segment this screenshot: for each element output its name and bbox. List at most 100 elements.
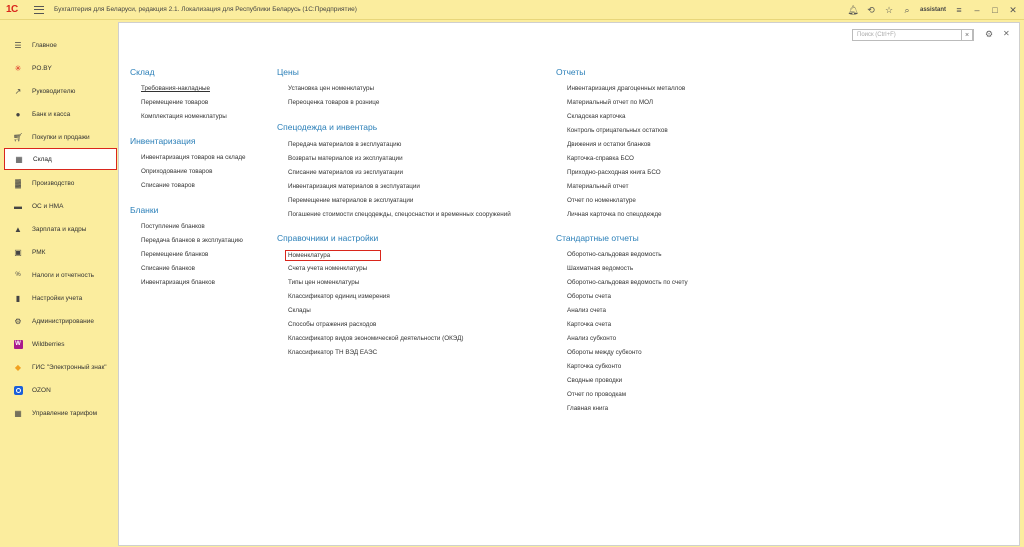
gear-icon: ⚙ [14,316,22,326]
link-ustanovka-cen[interactable]: Установка цен номенклатуры [288,84,374,94]
minimize-icon[interactable]: ‒ [972,5,982,15]
link-sposoby-otrazheniya[interactable]: Способы отражения расходов [288,320,376,330]
section-title-specodezhda: Спецодежда и инвентарь [277,122,378,132]
link-scheta-ucheta[interactable]: Счета учета номенклатуры [288,264,367,274]
sidebar-item-admin[interactable]: ⚙ Администрирование [4,310,117,332]
link-nomenklatura[interactable]: Номенклатура [285,250,381,261]
sidebar: ☰ Главное ✳ PO.BY ↗ Руководителю ● Банк и ка… [0,20,117,547]
search-icon[interactable]: ⌕ [902,5,912,15]
link-standard-10[interactable]: Отчет по проводкам [567,390,626,400]
sidebar-item-nastroiki[interactable]: ▮ Настройки учета [4,287,117,309]
book-icon: ▮ [15,293,21,303]
link-otchet-3[interactable]: Контроль отрицательных остатков [567,126,668,136]
link-sklady[interactable]: Склады [288,306,311,316]
link-standard-4[interactable]: Анализ счета [567,306,606,316]
link-peremeschenie-materialov[interactable]: Перемещение материалов в эксплуатации [288,196,413,206]
link-standard-9[interactable]: Сводные проводки [567,376,622,386]
link-peremeschenie-blankov[interactable]: Перемещение бланков [141,250,208,260]
close-panel-icon[interactable]: ✕ [1003,29,1010,38]
bell-icon[interactable]: 🔔︎ [847,5,858,15]
sidebar-item-rmk[interactable]: ▣ РМК [4,241,117,263]
link-inventarizaciya-materialov[interactable]: Инвентаризация материалов в эксплуатации [288,182,420,192]
star-icon[interactable]: ☆ [884,5,894,15]
window-title: Бухгалтерия для Беларуси, редакция 2.1. … [54,6,357,13]
close-icon[interactable]: ✕ [1008,5,1018,15]
history-icon[interactable]: ⟲ [866,5,876,15]
gear-icon[interactable]: ⚙ [985,29,993,40]
section-title-ceny: Цены [277,67,299,77]
link-spisanie-blankov[interactable]: Списание бланков [141,264,195,274]
section-title-inventarizaciya: Инвентаризация [130,136,196,146]
link-otchet-4[interactable]: Движения и остатки бланков [567,140,651,150]
link-oprihodovanie[interactable]: Оприходование товаров [141,167,212,177]
link-standard-3[interactable]: Обороты счета [567,292,611,302]
link-vozvraty-materialov[interactable]: Возвраты материалов из эксплуатации [288,154,403,164]
sidebar-item-zarplata[interactable]: ▲ Зарплата и кадры [4,218,117,240]
link-inventarizaciya-blankov[interactable]: Инвентаризация бланков [141,278,215,288]
link-standard-11[interactable]: Главная книга [567,404,608,414]
link-klassifikator-oked[interactable]: Классификатор видов экономической деятел… [288,334,463,344]
sidebar-item-os-nma[interactable]: ▬ ОС и НМА [4,195,117,217]
link-otchet-2[interactable]: Складская карточка [567,112,626,122]
maximize-icon[interactable]: □ [990,5,1000,15]
link-trebovaniya[interactable]: Требования-накладные [141,84,210,94]
link-otchet-6[interactable]: Приходно-расходная книга БСО [567,168,661,178]
section-title-otchety: Отчеты [556,67,586,77]
link-standard-7[interactable]: Обороты между субконто [567,348,642,358]
sidebar-item-gis[interactable]: ◆ ГИС "Электронный знак" [4,356,117,378]
link-spisanie-materialov[interactable]: Списание материалов из эксплуатации [288,168,403,178]
link-tipy-cen[interactable]: Типы цен номенклатуры [288,278,359,288]
sidebar-item-poby[interactable]: ✳ PO.BY [4,57,117,79]
wildberries-icon: W [13,339,23,349]
link-otchet-8[interactable]: Отчет по номенклатуре [567,196,636,206]
clear-search-button[interactable]: × [961,29,973,41]
sidebar-item-tarif[interactable]: ▦ Управление тарифом [4,402,117,424]
link-otchet-5[interactable]: Карточка-справка БСО [567,154,634,164]
link-standard-1[interactable]: Шахматная ведомость [567,264,633,274]
settings-menu-icon[interactable]: ≡ [954,5,964,15]
main-panel: Поиск (Ctrl+F) × ⚙ ✕ Склад Требования-на… [118,22,1020,546]
sidebar-item-sklad[interactable]: ▦ Склад [4,148,117,170]
cart-icon: 🛒︎ [12,132,24,142]
sidebar-item-ozon[interactable]: OZON [4,379,117,401]
sidebar-item-wildberries[interactable]: W Wildberries [4,333,117,355]
user-name[interactable]: assistant [920,7,946,13]
link-standard-0[interactable]: Оборотно-сальдовая ведомость [567,250,662,260]
link-otchet-9[interactable]: Личная карточка по спецодежде [567,210,662,220]
sidebar-item-proizvodstvo[interactable]: ▓ Производство [4,172,117,194]
link-spisanie-tovarov[interactable]: Списание товаров [141,181,195,191]
ozon-icon [12,385,24,395]
link-pereocenka[interactable]: Переоценка товаров в рознице [288,98,379,108]
link-standard-8[interactable]: Карточка субконто [567,362,621,372]
link-peremeschenie-tovarov[interactable]: Перемещение товаров [141,98,208,108]
link-standard-6[interactable]: Анализ субконто [567,334,616,344]
link-otchet-0[interactable]: Инвентаризация драгоценных металлов [567,84,685,94]
link-pogashenie-stoimosti[interactable]: Погашение стоимости спецодежды, спецосна… [288,210,511,220]
title-bar: 1C Бухгалтерия для Беларуси, редакция 2.… [0,0,1024,20]
link-standard-2[interactable]: Оборотно-сальдовая ведомость по счету [567,278,688,288]
sidebar-item-rukovoditelyu[interactable]: ↗ Руководителю [4,80,117,102]
link-komplektaciya[interactable]: Комплектация номенклатуры [141,112,227,122]
search-input[interactable]: Поиск (Ctrl+F) × [852,29,974,41]
menu-lines-icon: ☰ [14,40,22,50]
app-logo[interactable]: 1C [6,4,24,16]
trend-icon: ↗ [14,86,22,96]
link-standard-5[interactable]: Карточка счета [567,320,611,330]
sidebar-item-bank[interactable]: ● Банк и касса [4,103,117,125]
truck-icon: ▬ [14,201,22,211]
link-otchet-1[interactable]: Материальный отчет по МОЛ [567,98,653,108]
factory-icon: ▓ [15,178,21,188]
link-peredacha-materialov[interactable]: Передача материалов в эксплуатацию [288,140,401,150]
link-klassifikator-edinic[interactable]: Классификатор единиц измерения [288,292,390,302]
coins-icon: ● [15,109,21,119]
link-postuplenie-blankov[interactable]: Поступление бланков [141,222,205,232]
link-inventarizaciya-tovarov[interactable]: Инвентаризация товаров на складе [141,153,246,163]
sidebar-item-glavnoe[interactable]: ☰ Главное [4,34,117,56]
link-otchet-7[interactable]: Материальный отчет [567,182,628,192]
link-klassifikator-tnved[interactable]: Классификатор ТН ВЭД ЕАЭС [288,348,377,358]
sidebar-item-nalogi[interactable]: % Налоги и отчетность [4,264,117,286]
main-menu-icon[interactable] [34,5,44,14]
sidebar-item-pokupki[interactable]: 🛒︎ Покупки и продажи [4,126,117,148]
link-peredacha-blankov[interactable]: Передача бланков в эксплуатацию [141,236,243,246]
diamond-icon: ◆ [14,362,22,372]
